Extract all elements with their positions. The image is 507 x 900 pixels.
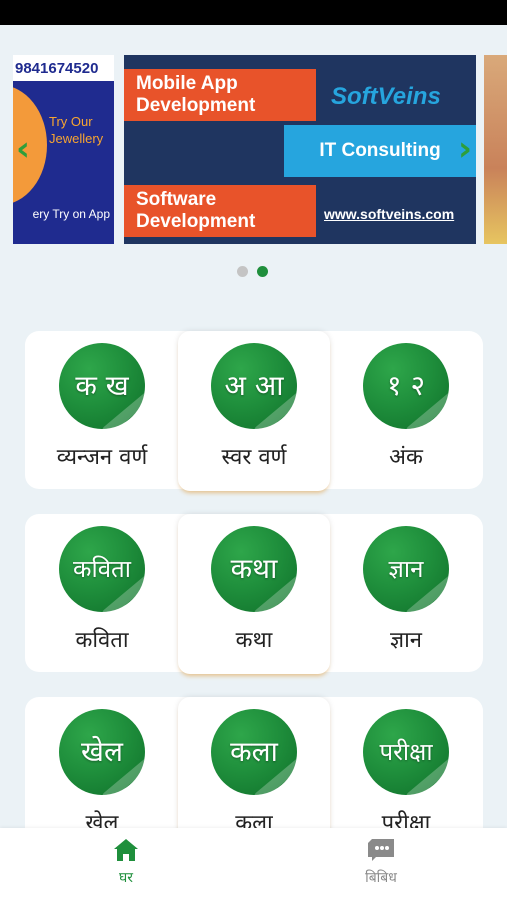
- home-icon: [114, 839, 138, 861]
- category-label: स्वर वर्ण: [221, 445, 287, 470]
- category-icon: कविता: [59, 526, 145, 612]
- jewellery-text: Jewellery: [49, 131, 104, 146]
- development-text-1: Development: [136, 95, 256, 116]
- category-icon: १ २: [363, 343, 449, 429]
- carousel-dot[interactable]: [237, 266, 248, 277]
- bottom-navigation: घर बिबिध: [0, 828, 507, 900]
- chevron-right-icon[interactable]: ›: [458, 132, 472, 166]
- category-tile[interactable]: कथा कथा: [178, 514, 330, 674]
- status-bar: [0, 0, 507, 25]
- category-label: कथा: [235, 628, 273, 653]
- category-icon-glyph: ज्ञान: [388, 555, 424, 583]
- category-icon-glyph: परीक्षा: [379, 738, 433, 766]
- category-tile[interactable]: कविता कविता: [26, 514, 178, 672]
- category-card-row: क ख व्यन्जन वर्ण अ आ स्वर वर्ण १ २ अंक: [25, 331, 483, 491]
- nav-misc[interactable]: बिबिध: [341, 838, 421, 887]
- category-icon: ज्ञान: [363, 526, 449, 612]
- banner-mobile-app-block: Mobile App Development: [124, 69, 316, 121]
- carousel-indicator: [237, 266, 273, 278]
- category-icon-glyph: क ख: [75, 369, 129, 402]
- banner-softveins[interactable]: Mobile App Development SoftVeins IT Cons…: [124, 55, 476, 244]
- category-label: अंक: [389, 445, 423, 470]
- category-icon-glyph: खेल: [81, 735, 123, 768]
- banner-carousel[interactable]: 9841674520 Try Our Jewellery ery Try on …: [0, 52, 507, 248]
- development-text-2: Development: [136, 211, 256, 232]
- category-icon: क ख: [59, 343, 145, 429]
- category-icon-glyph: अ आ: [224, 369, 284, 402]
- mobile-app-text: Mobile App: [136, 73, 238, 94]
- category-icon: कथा: [211, 526, 297, 612]
- category-card-row: कविता कविता कथा कथा ज्ञान ज्ञान: [25, 514, 483, 674]
- category-icon: अ आ: [211, 343, 297, 429]
- banner-try-our: Try Our Jewellery: [49, 113, 103, 147]
- category-icon-glyph: कथा: [230, 552, 278, 585]
- banner-tagline: ery Try on App: [32, 207, 110, 221]
- banner-software-block: Software Development: [124, 185, 316, 237]
- category-tile[interactable]: अ आ स्वर वर्ण: [178, 331, 330, 491]
- banner-next-preview[interactable]: [484, 55, 507, 244]
- chat-bubble-icon: [368, 839, 394, 861]
- try-our-text: Try Our: [49, 114, 93, 129]
- nav-home[interactable]: घर: [86, 838, 166, 887]
- chevron-left-icon[interactable]: ‹: [16, 132, 30, 166]
- banner-it-consulting: IT Consulting: [284, 125, 476, 177]
- banner-phone: 9841674520: [13, 55, 114, 81]
- category-icon: खेल: [59, 709, 145, 795]
- category-tile[interactable]: ज्ञान ज्ञान: [330, 514, 482, 672]
- category-tile[interactable]: १ २ अंक: [330, 331, 482, 489]
- banner-url: www.softveins.com: [324, 206, 455, 222]
- category-tile[interactable]: क ख व्यन्जन वर्ण: [26, 331, 178, 489]
- category-label: ज्ञान: [389, 628, 422, 653]
- nav-misc-label: बिबिध: [365, 870, 397, 886]
- category-icon-glyph: १ २: [386, 369, 426, 402]
- category-label: व्यन्जन वर्ण: [56, 445, 148, 470]
- category-icon-glyph: कला: [230, 735, 278, 768]
- category-icon: कला: [211, 709, 297, 795]
- category-label: कविता: [75, 628, 129, 653]
- category-icon-glyph: कविता: [73, 555, 131, 583]
- carousel-dot-active[interactable]: [257, 266, 268, 277]
- nav-home-label: घर: [119, 870, 133, 886]
- softveins-logo: SoftVeins: [331, 83, 441, 110]
- category-icon: परीक्षा: [363, 709, 449, 795]
- software-text: Software: [136, 189, 217, 210]
